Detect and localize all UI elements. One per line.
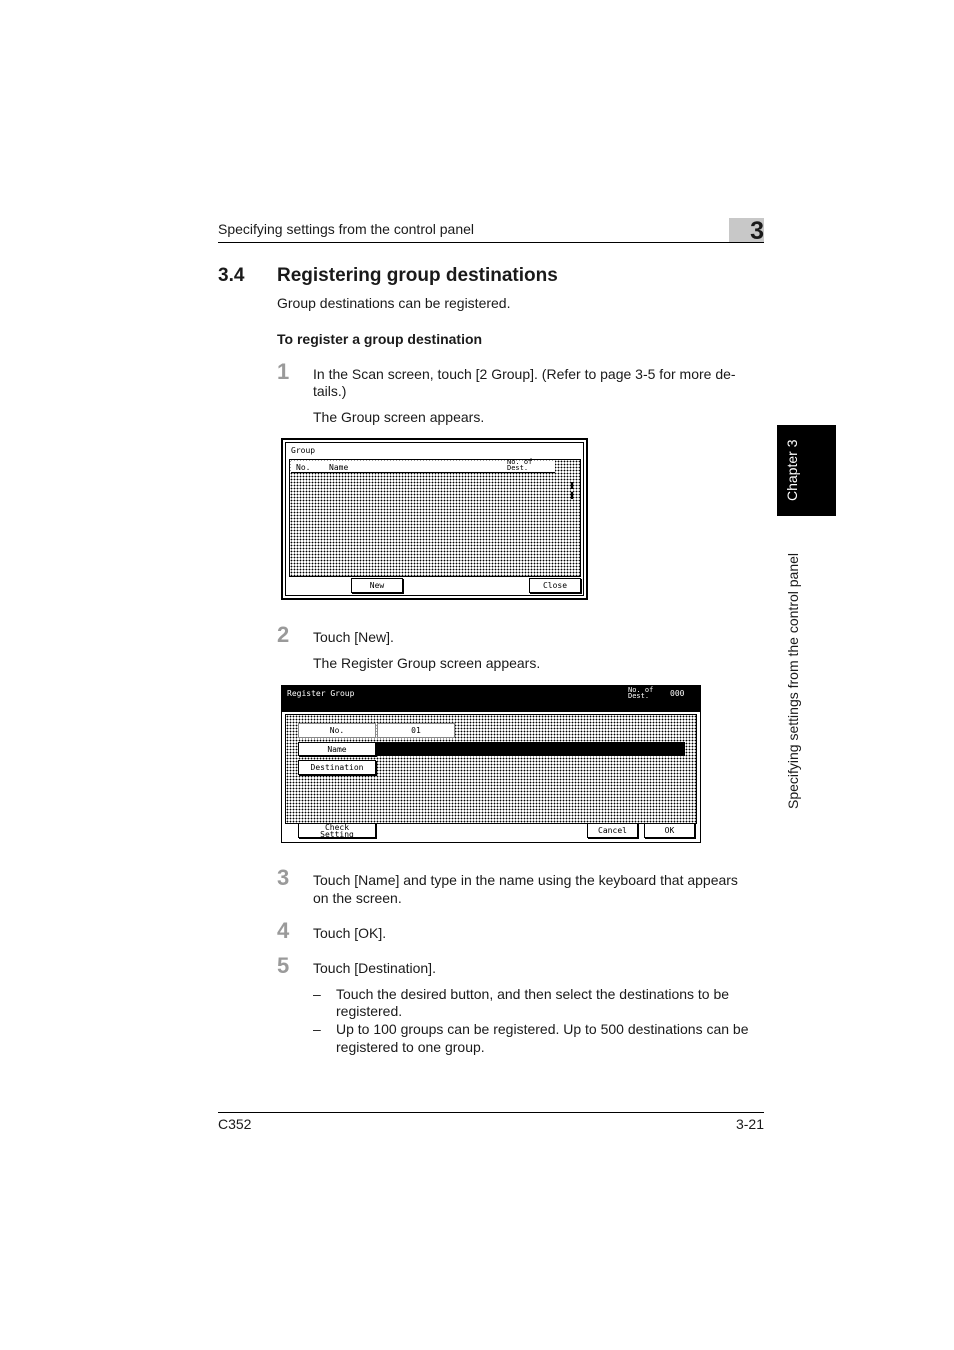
step-1-text-line2: tails.) <box>313 383 347 399</box>
group-screen-screenshot: Group No. Name No. of Dest. New Close <box>281 438 588 600</box>
section-title: Registering group destinations <box>277 265 558 286</box>
step-1-result: The Group screen appears. <box>313 409 485 425</box>
step-2-result: The Register Group screen appears. <box>313 655 541 671</box>
group-list-area <box>289 459 581 577</box>
group-scroll-down-icon[interactable] <box>571 492 573 499</box>
register-dest-count-label: No. of Dest. <box>628 686 654 700</box>
close-button[interactable]: Close <box>529 578 581 593</box>
step-number-4: 4 <box>277 918 290 943</box>
destination-button[interactable]: Destination <box>298 760 376 775</box>
running-header-title: Specifying settings from the control pan… <box>218 221 475 237</box>
section-intro: Group destinations can be registered. <box>277 295 511 311</box>
header-rule <box>218 242 764 243</box>
section-side-label: Specifying settings from the control pan… <box>785 552 801 810</box>
cancel-button[interactable]: Cancel <box>587 823 638 838</box>
step-5-bullet-2-line1: Up to 100 groups can be registered. Up t… <box>336 1021 749 1037</box>
name-button[interactable]: Name <box>298 742 376 756</box>
step-3-text-line1: Touch [Name] and type in the name using … <box>313 872 738 888</box>
section-number: 3.4 <box>218 265 245 286</box>
register-screen-title: Register Group <box>287 689 355 698</box>
step-4-text: Touch [OK]. <box>313 925 387 941</box>
register-no-value: 01 <box>377 723 455 738</box>
name-field[interactable] <box>376 742 685 756</box>
step-3-text-line2: on the screen. <box>313 890 402 906</box>
step-5-bullet-1-line1: Touch the desired button, and then selec… <box>336 986 730 1002</box>
register-group-screen-screenshot: Register Group No. of Dest. 000 No. 01 N… <box>281 685 701 843</box>
bullet-dash-1: – <box>313 986 321 1002</box>
check-setting-button[interactable]: Check Setting <box>298 823 376 838</box>
step-number-5: 5 <box>277 953 290 978</box>
step-number-1: 1 <box>277 359 290 384</box>
group-screen-title: Group <box>291 446 316 455</box>
new-button[interactable]: New <box>351 578 403 593</box>
group-col-dest: No. of Dest. <box>507 458 533 472</box>
step-5-text: Touch [Destination]. <box>313 960 436 976</box>
group-col-no: No. <box>296 463 311 472</box>
group-col-name: Name <box>329 463 349 472</box>
footer-page-number: 3-21 <box>735 1116 764 1132</box>
step-number-2: 2 <box>277 622 290 647</box>
footer-model: C352 <box>218 1116 252 1132</box>
register-no-label: No. <box>298 723 376 738</box>
procedure-heading: To register a group destination <box>277 331 483 347</box>
register-dest-count-value: 000 <box>670 689 685 698</box>
bullet-dash-2: – <box>313 1021 321 1037</box>
group-scroll-up-icon[interactable] <box>571 482 573 489</box>
step-2-text: Touch [New]. <box>313 629 394 645</box>
chapter-side-label: Chapter 3 <box>784 439 800 502</box>
step-5-bullet-2-line2: registered to one group. <box>336 1039 485 1055</box>
step-number-3: 3 <box>277 865 290 890</box>
footer-rule <box>218 1112 764 1113</box>
ok-button[interactable]: OK <box>644 823 695 838</box>
step-1-text-line1: In the Scan screen, touch [2 Group]. (Re… <box>313 366 736 382</box>
step-5-bullet-1-line2: registered. <box>336 1003 403 1019</box>
